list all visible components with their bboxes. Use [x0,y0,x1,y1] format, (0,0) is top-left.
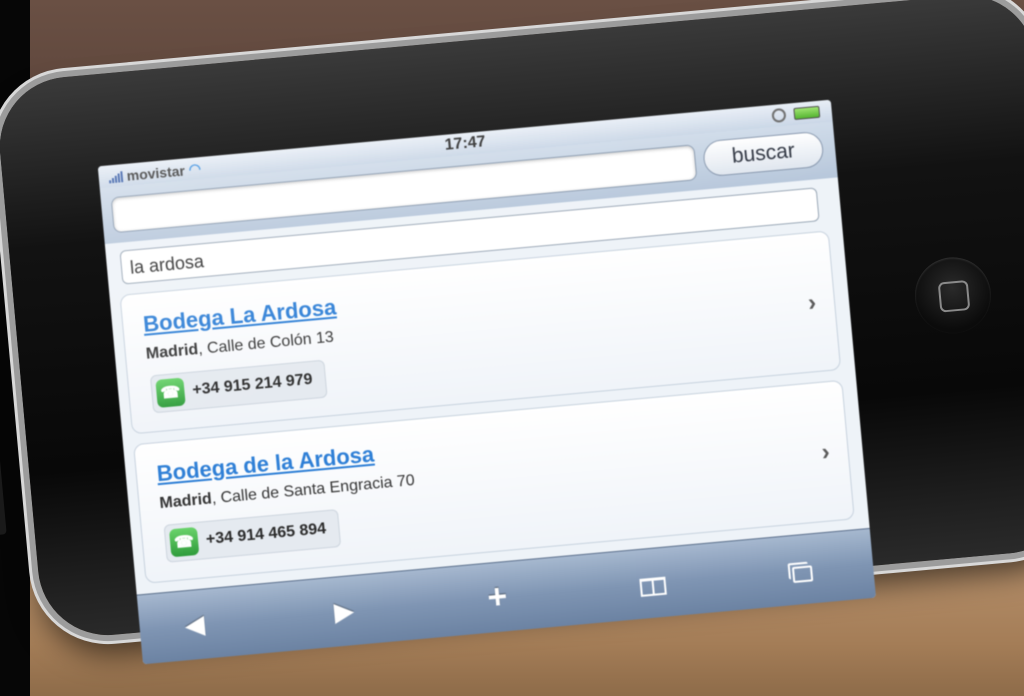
home-button[interactable] [911,254,995,337]
chevron-right-icon[interactable]: › [820,438,831,467]
phone-icon: ☎ [155,377,186,408]
result-city: Madrid [158,490,213,513]
iphone-device: movistar ◠ 17:47 buscar la ardosa Bodega… [0,0,1024,665]
orientation-lock-icon [771,107,787,124]
phone-icon: ☎ [168,526,200,558]
phone-body: movistar ◠ 17:47 buscar la ardosa Bodega… [0,0,1024,665]
forward-arrow-icon[interactable]: ▶ [318,591,371,631]
chevron-right-icon[interactable]: › [807,289,818,318]
results-page: la ardosa Bodega La Ardosa Madrid, Calle… [104,177,870,595]
search-button[interactable]: buscar [701,130,825,178]
photo-scene: movistar ◠ 17:47 buscar la ardosa Bodega… [0,0,1024,696]
battery-icon [793,105,821,121]
result-street: , Calle de Colón 13 [197,328,335,358]
bookmarks-icon[interactable] [626,563,679,603]
phone-screen: movistar ◠ 17:47 buscar la ardosa Bodega… [97,99,877,665]
plus-icon[interactable]: + [471,577,524,617]
phone-number: +34 914 465 894 [205,520,327,549]
home-square-icon [937,280,971,313]
call-button[interactable]: ☎ +34 914 465 894 [163,509,341,563]
result-city: Madrid [145,341,199,363]
call-button[interactable]: ☎ +34 915 214 979 [149,359,328,414]
pages-icon[interactable] [776,549,829,589]
back-arrow-icon[interactable]: ◀ [168,604,221,644]
phone-number: +34 915 214 979 [191,370,314,399]
